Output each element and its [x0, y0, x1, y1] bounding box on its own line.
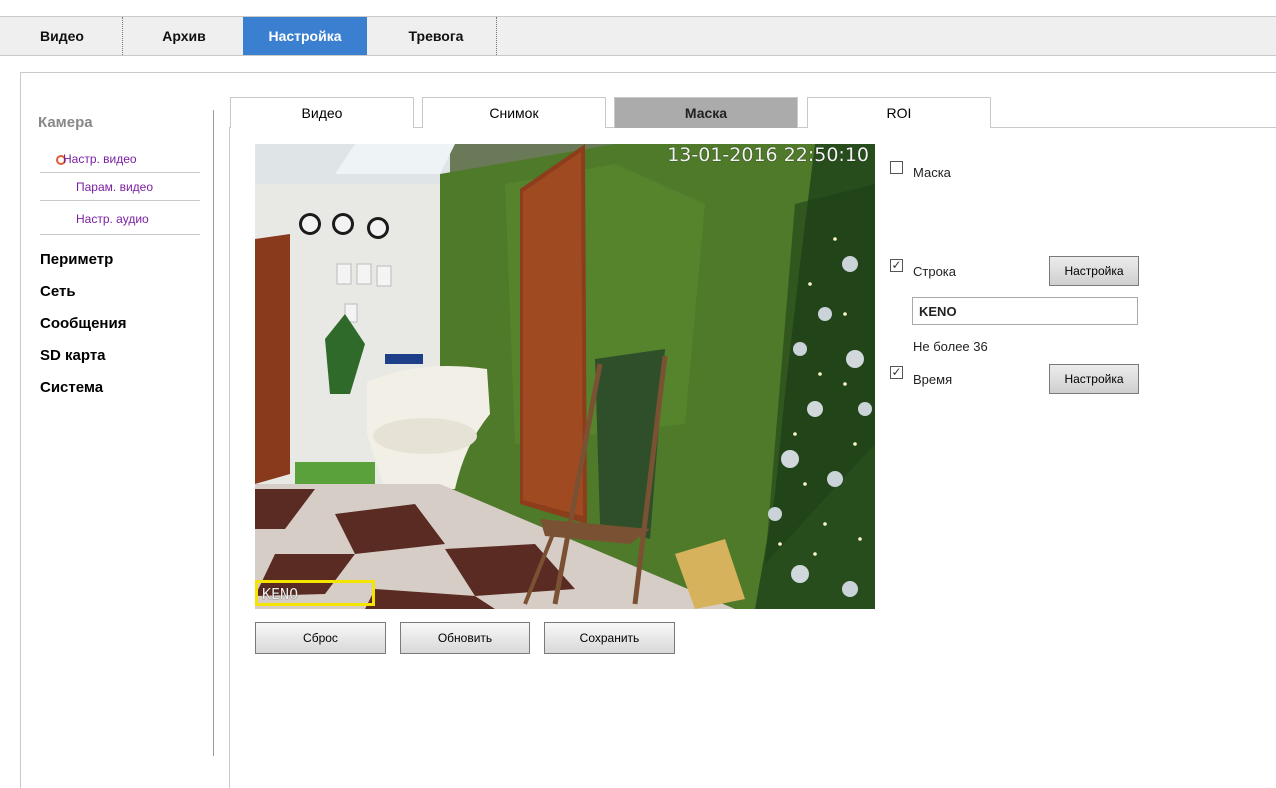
time-checkbox[interactable]: ✓	[890, 366, 903, 379]
mask-label: Маска	[913, 165, 951, 180]
subtab-roi[interactable]: ROI	[807, 97, 991, 128]
osd-text: KENO	[262, 585, 299, 603]
camera-scene	[255, 144, 875, 609]
osd-text-region[interactable]: KENO	[255, 580, 375, 606]
subtab-snapshot[interactable]: Снимок	[422, 97, 606, 128]
sidebar-item-label: Настр. видео	[63, 152, 137, 166]
tab-separator	[122, 17, 124, 55]
sidebar-item-sd-card[interactable]: SD карта	[40, 347, 106, 364]
string-text-input[interactable]	[912, 297, 1138, 325]
sidebar-item-label: Парам. видео	[76, 180, 153, 194]
mask-checkbox[interactable]	[890, 161, 903, 174]
save-button[interactable]: Сохранить	[544, 622, 675, 654]
tab-settings[interactable]: Настройка	[243, 17, 367, 55]
tab-alarm[interactable]: Тревога	[378, 17, 494, 55]
clipped-header-text	[0, 0, 560, 6]
sidebar-item-messages[interactable]: Сообщения	[40, 315, 126, 332]
osd-timestamp: 13-01-2016 22:50:10	[667, 144, 869, 166]
content-divider	[229, 127, 230, 788]
sidebar-item-network[interactable]: Сеть	[40, 283, 76, 300]
time-settings-button[interactable]: Настройка	[1049, 364, 1139, 394]
tab-video[interactable]: Видео	[14, 17, 110, 55]
sidebar-camera-heading: Камера	[38, 114, 93, 131]
string-settings-button[interactable]: Настройка	[1049, 256, 1139, 286]
sidebar-item-audio-settings[interactable]: Настр. аудио	[40, 208, 200, 235]
tab-separator	[496, 17, 498, 55]
checkbox-checked-icon: ✓	[891, 258, 902, 272]
tab-archive[interactable]: Архив	[134, 17, 234, 55]
sub-tabs: Видео Снимок Маска ROI	[230, 97, 1276, 129]
sidebar-item-video-settings[interactable]: Настр. видео	[40, 146, 200, 173]
string-length-hint: Не более 36	[913, 339, 988, 354]
time-label: Время	[913, 372, 953, 387]
sidebar-divider	[213, 110, 214, 756]
string-label: Строка	[913, 264, 957, 279]
sidebar-item-perimeter[interactable]: Периметр	[40, 251, 113, 268]
reset-button[interactable]: Сброс	[255, 622, 386, 654]
refresh-button[interactable]: Обновить	[400, 622, 530, 654]
top-nav: Видео Архив Настройка Тревога	[0, 16, 1276, 56]
sidebar-item-system[interactable]: Система	[40, 379, 103, 396]
subtab-video[interactable]: Видео	[230, 97, 414, 128]
sidebar-item-video-params[interactable]: Парам. видео	[40, 174, 200, 201]
camera-preview[interactable]: 13-01-2016 22:50:10 KENO	[255, 144, 875, 609]
subtab-mask[interactable]: Маска	[614, 97, 798, 128]
string-checkbox[interactable]: ✓	[890, 259, 903, 272]
sidebar-item-label: Настр. аудио	[76, 212, 149, 226]
checkbox-checked-icon: ✓	[891, 365, 902, 379]
